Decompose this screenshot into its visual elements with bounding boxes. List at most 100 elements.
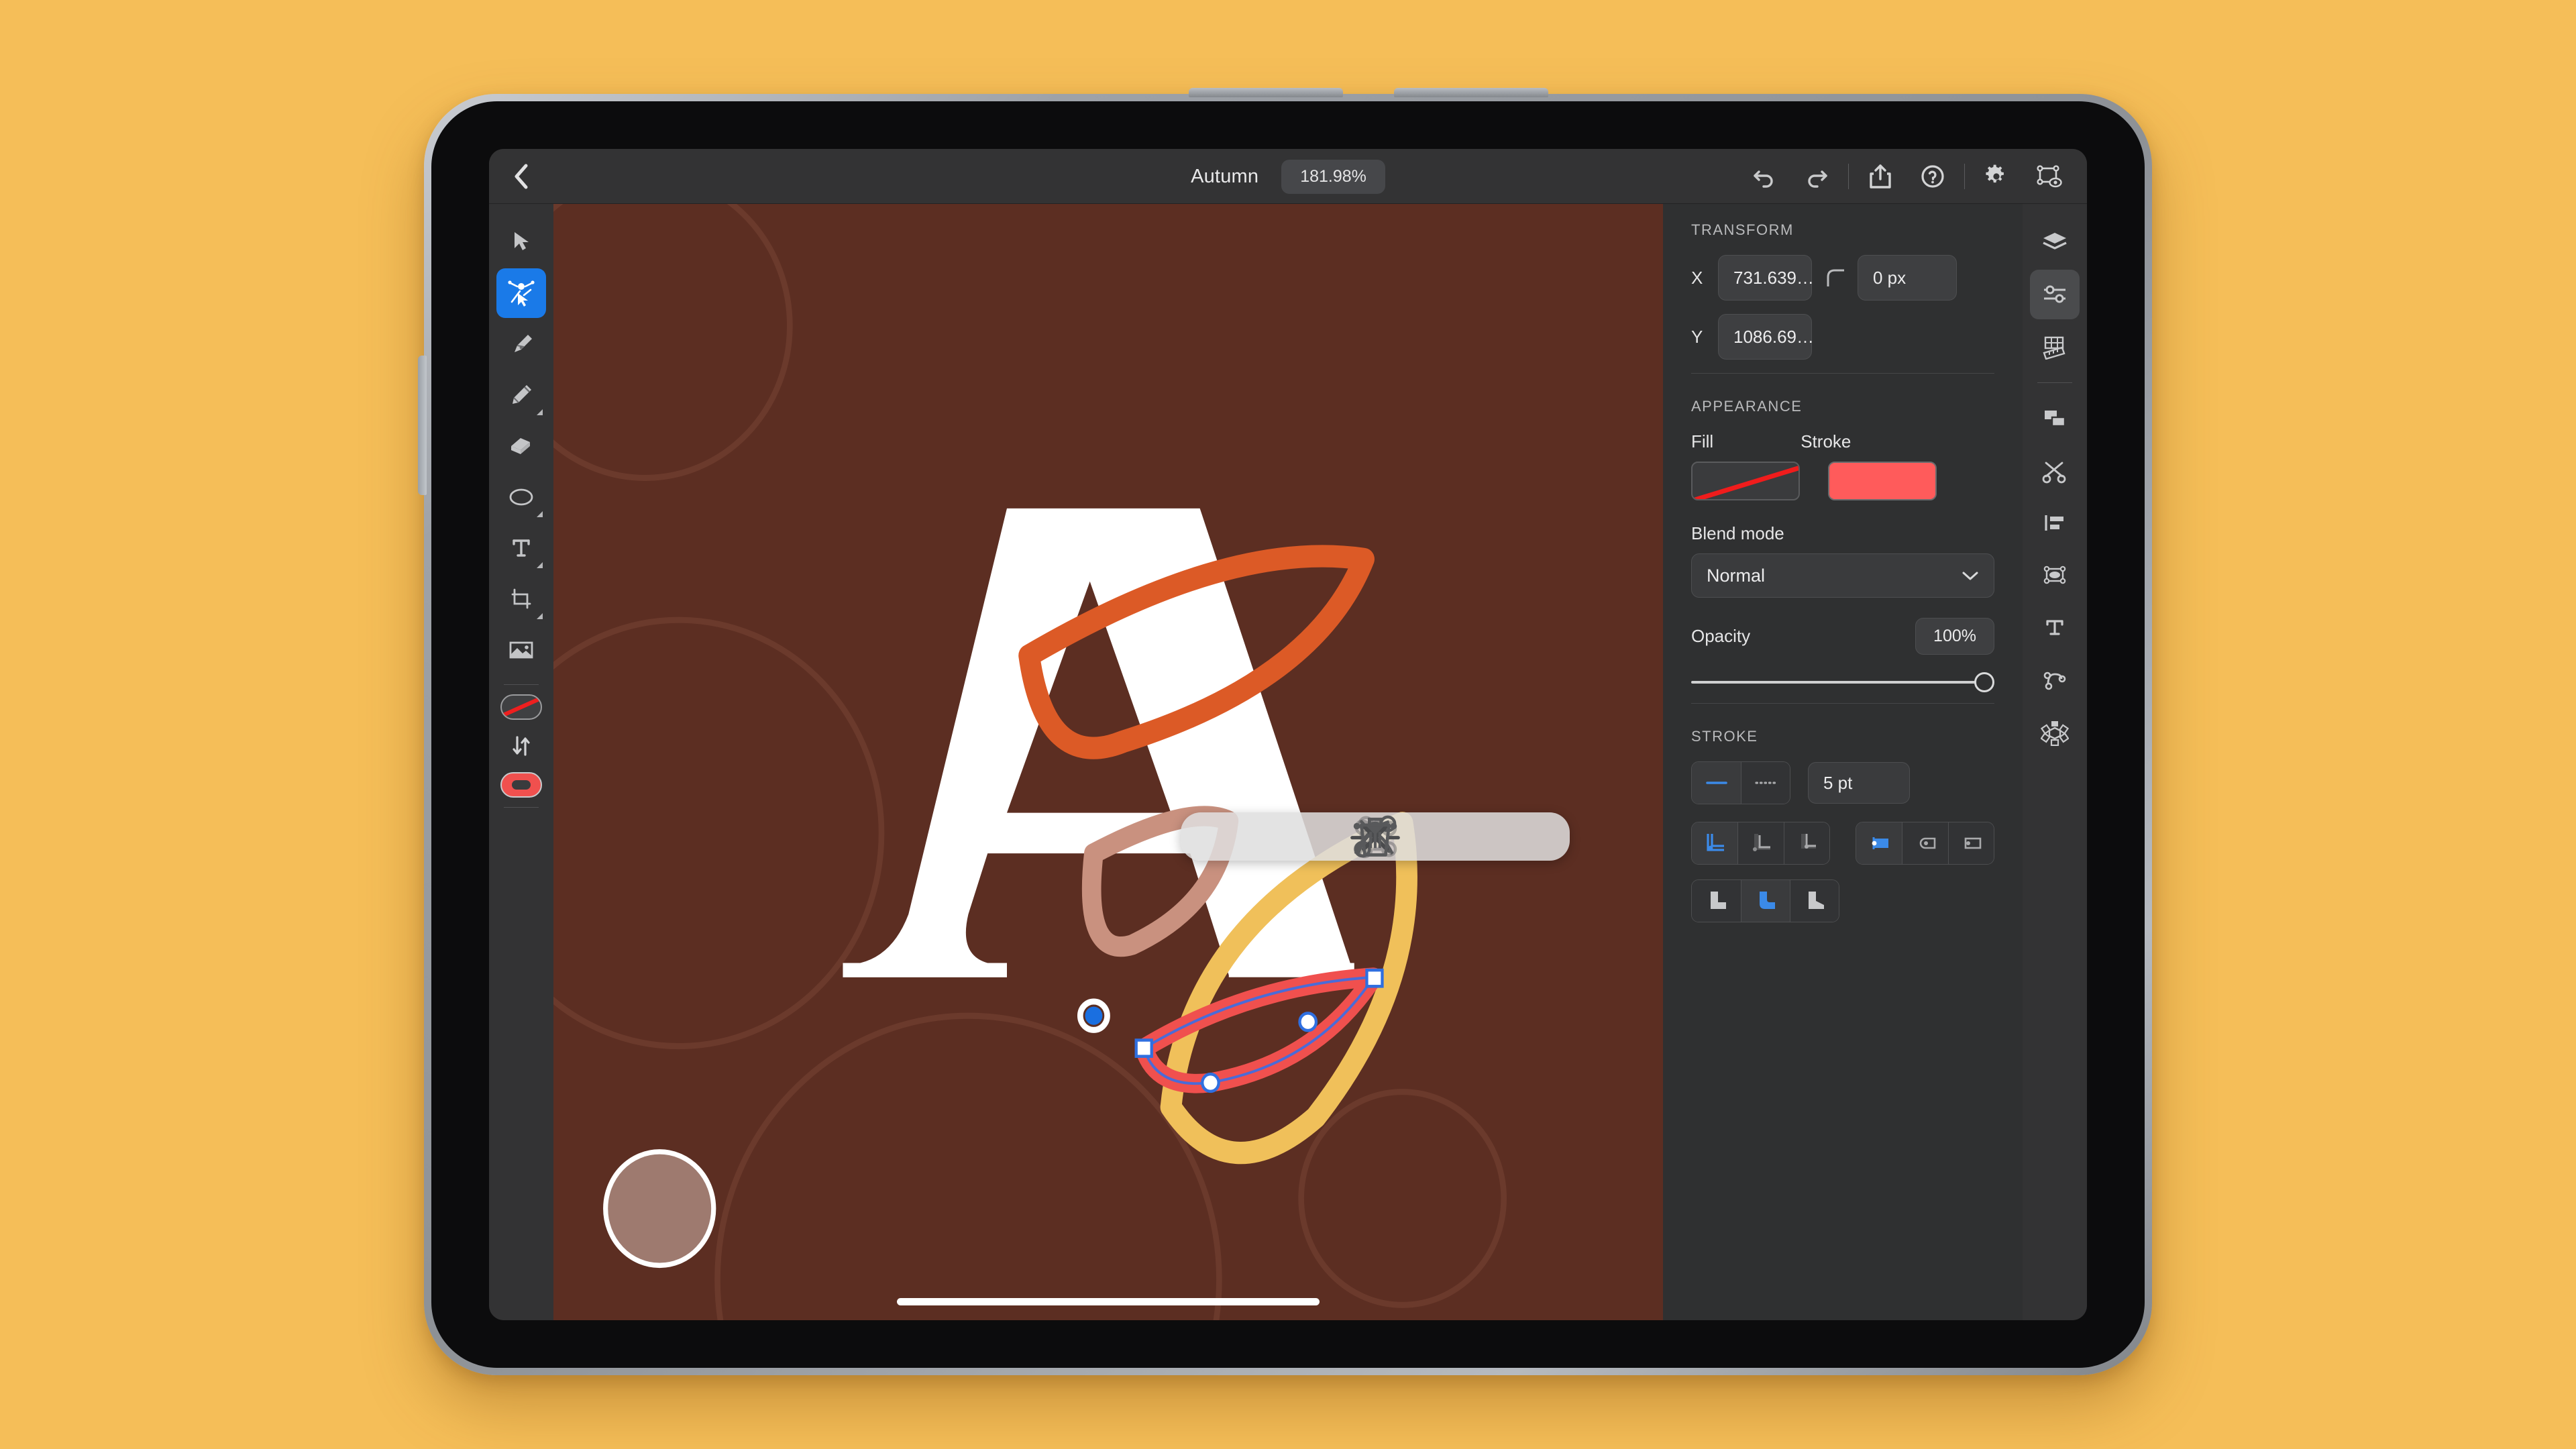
delete-button[interactable] [1360, 812, 1563, 861]
y-input[interactable]: 1086.69… [1718, 314, 1814, 360]
pencil-tool[interactable] [496, 370, 546, 420]
join-round-icon [1760, 892, 1775, 909]
image-tool[interactable] [496, 625, 546, 675]
artboard[interactable] [553, 204, 1663, 1320]
undo-button[interactable] [1738, 149, 1790, 204]
cap-round-icon [1919, 837, 1936, 849]
text-icon [513, 539, 530, 557]
opacity-row: Opacity 100% [1691, 618, 1994, 655]
stroke-label: Stroke [1801, 431, 1851, 451]
app-body: TRANSFORM X 731.639… 0 px Y 1086.69… APP… [489, 204, 2087, 1320]
align-button[interactable] [2030, 498, 2080, 548]
fill-color-swatch[interactable] [1691, 462, 1800, 500]
opacity-label: Opacity [1691, 626, 1751, 646]
crop-tool[interactable] [496, 574, 546, 624]
stroke-cap-square-button[interactable] [1947, 822, 1994, 864]
stroke-title: STROKE [1691, 728, 1758, 745]
blend-mode-label: Blend mode [1691, 523, 1784, 543]
text-style-button[interactable] [2030, 603, 2080, 653]
blend-mode-select[interactable]: Normal [1691, 553, 1994, 598]
fill-none-slash-icon [502, 696, 541, 718]
canvas-area[interactable] [553, 204, 1663, 1320]
redo-button[interactable] [1790, 149, 1843, 204]
node-tool[interactable] [496, 268, 546, 318]
opacity-track [1691, 681, 1982, 684]
tablet-screen: Autumn 181.98% TRANSFORM X 731.639… 0 px… [489, 149, 2087, 1320]
grid-ruler-button[interactable] [2030, 322, 2080, 372]
redo-icon [1808, 170, 1827, 188]
right-icon-rail [2023, 204, 2087, 1320]
tool-submenu-indicator[interactable] [537, 613, 543, 619]
help-button[interactable] [1907, 149, 1959, 204]
stroke-join-group [1691, 879, 1839, 922]
tool-submenu-indicator[interactable] [537, 409, 543, 415]
join-bevel-icon [1809, 892, 1824, 909]
stroke-align-inside-button[interactable] [1737, 822, 1784, 864]
stroke-style-group [1691, 761, 1790, 804]
preview-mode-button[interactable] [2023, 149, 2075, 204]
cursor-ring-inner [1085, 1006, 1103, 1025]
stroke-join-bevel-button[interactable] [1790, 880, 1839, 922]
back-button[interactable] [489, 149, 553, 204]
align-center-icon [1707, 834, 1725, 851]
stroke-color-swatch[interactable] [1828, 462, 1937, 500]
preview-mode-icon [2037, 164, 2062, 187]
select-tool[interactable] [496, 217, 546, 267]
stroke-section: STROKE 5 pt [1663, 710, 2023, 929]
tool-submenu-indicator[interactable] [537, 511, 543, 517]
device-button-2[interactable] [1394, 88, 1548, 97]
image-icon [509, 641, 533, 659]
anchor-node-right [1365, 968, 1384, 988]
dashed-line-icon [1755, 782, 1776, 784]
fill-swatch-button[interactable] [500, 694, 542, 720]
properties-button[interactable] [2030, 270, 2080, 319]
text-tool[interactable] [496, 523, 546, 573]
plugins-button[interactable] [2030, 708, 2080, 757]
boolean-button[interactable] [2030, 446, 2080, 496]
transform-title: TRANSFORM [1691, 221, 1794, 238]
eraser-tool[interactable] [496, 421, 546, 471]
ellipse-tool[interactable] [496, 472, 546, 522]
stroke-align-outside-button[interactable] [1783, 822, 1829, 864]
arrange-button[interactable] [2030, 394, 2080, 443]
x-input[interactable]: 731.639… [1718, 255, 1814, 301]
header-actions [1738, 149, 2087, 204]
settings-button[interactable] [1970, 149, 2023, 204]
stroke-cap-round-button[interactable] [1902, 822, 1948, 864]
opacity-input[interactable]: 100% [1915, 618, 1994, 655]
path-button[interactable] [2030, 655, 2080, 705]
stroke-style-solid-button[interactable] [1692, 762, 1741, 804]
stroke-style-dashed-button[interactable] [1741, 762, 1790, 804]
opacity-knob[interactable] [1974, 672, 1994, 692]
fill-label: Fill [1691, 431, 1714, 451]
appearance-swatches [1691, 462, 1994, 500]
arrange-icon [2045, 411, 2066, 427]
zoom-level-chip[interactable]: 181.98% [1281, 159, 1385, 194]
appearance-title: APPEARANCE [1691, 398, 1803, 415]
swap-fill-stroke-button[interactable] [496, 721, 546, 771]
stroke-join-miter-button[interactable] [1692, 880, 1741, 922]
pen-nib-icon [515, 335, 532, 352]
device-volume-button[interactable] [418, 356, 427, 495]
opacity-slider[interactable] [1691, 672, 1994, 692]
pen-tool[interactable] [496, 319, 546, 369]
share-button[interactable] [1854, 149, 1907, 204]
transform-shape-button[interactable] [2030, 551, 2080, 600]
toolbar-divider-2 [504, 807, 539, 808]
device-button-1[interactable] [1189, 88, 1343, 97]
stroke-width-input[interactable]: 5 pt [1808, 762, 1910, 804]
tool-submenu-indicator[interactable] [537, 562, 543, 568]
document-title: Autumn [1191, 165, 1259, 187]
stroke-align-center-button[interactable] [1692, 822, 1738, 864]
eraser-icon [511, 438, 530, 454]
corner-radius-input[interactable]: 0 px [1858, 255, 1957, 301]
align-icon [2045, 515, 2063, 531]
home-indicator[interactable] [897, 1298, 1320, 1305]
header-divider-2 [1964, 163, 1965, 189]
stroke-cap-butt-button[interactable] [1856, 822, 1902, 864]
layers-button[interactable] [2030, 217, 2080, 267]
path-icon [2043, 672, 2066, 690]
stroke-join-round-button[interactable] [1741, 880, 1790, 922]
stroke-swatch-button[interactable] [500, 772, 542, 798]
chevron-left-icon [515, 164, 528, 189]
